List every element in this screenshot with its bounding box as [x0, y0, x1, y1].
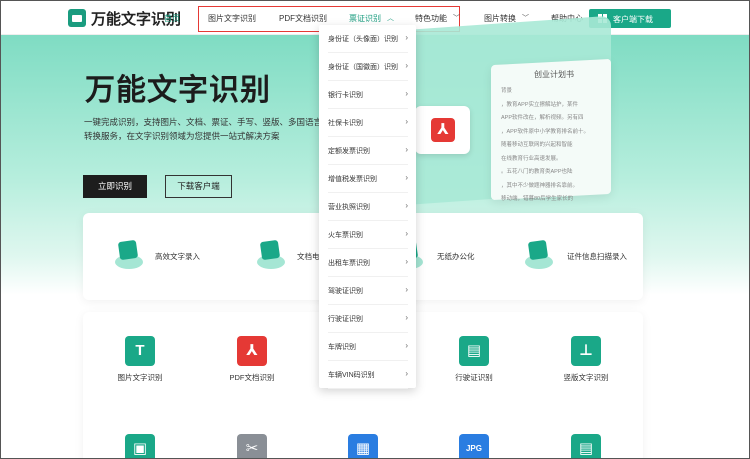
dropdown-item-label: 行驶证识别: [328, 316, 363, 323]
dropdown-item-label: 火车票识别: [328, 232, 363, 239]
chevron-up-icon: ︿: [387, 15, 394, 22]
chevron-right-icon: ›: [405, 341, 408, 350]
paper-text-line: 在线教育行业高速发展。: [501, 155, 562, 162]
scissors-icon: ✂: [237, 434, 267, 458]
dropdown-item-label: 定额发票识别: [328, 148, 370, 155]
hero-title: 万能文字识别: [85, 74, 271, 107]
paper-text-line: 背景: [501, 88, 513, 94]
dropdown-item[interactable]: 营业执照识别 ›: [328, 193, 408, 221]
chevron-right-icon: ›: [405, 33, 408, 42]
paper-text-line: ，APP软件原中小学教育排名前十。: [501, 128, 590, 135]
dropdown-item[interactable]: 银行卡识别 ›: [328, 81, 408, 109]
chevron-right-icon: ›: [405, 89, 408, 98]
dropdown-item[interactable]: 增值税发票识别 ›: [328, 165, 408, 193]
dropdown-item-label: 驾驶证识别: [328, 288, 363, 295]
document-icon: ▤: [571, 434, 601, 458]
chevron-down-icon: ﹀: [453, 15, 460, 22]
dropdown-item[interactable]: 出租车票识别 ›: [328, 249, 408, 277]
dropdown-item-label: 营业执照识别: [328, 204, 370, 211]
jpg-file-icon: JPG: [459, 434, 489, 458]
license-icon: ▤: [459, 336, 489, 366]
text-entry-icon: [113, 237, 143, 271]
paper-text-line: APP软件改在，解析视频。另有四: [501, 115, 584, 121]
dropdown-item[interactable]: 身份证（国徽面）识别 ›: [328, 53, 408, 81]
chevron-right-icon: ›: [405, 61, 408, 70]
nav-pdf-recognition[interactable]: PDF文档识别: [279, 13, 327, 24]
hero-description-text: 一键完成识别，支持图片、文档、票证、手写、竖版、多国语言识别， 转换服务，在文字识…: [84, 117, 348, 141]
dropdown-item[interactable]: 身份证（头像面）识别 ›: [328, 25, 408, 53]
image-icon: ▣: [125, 434, 155, 458]
chevron-right-icon: ›: [405, 313, 408, 322]
dropdown-item[interactable]: 社保卡识别 ›: [328, 109, 408, 137]
feature-id-scan-entry: 证件信息扫描录入: [523, 213, 643, 300]
dropdown-item[interactable]: 车牌识别 ›: [328, 333, 408, 361]
pdf-card-illustration: ⅄: [415, 106, 470, 154]
paper-text-line: 移动端，错暮80后学生家长的: [501, 196, 574, 202]
vertical-text-icon: ⊥: [571, 336, 601, 366]
dropdown-item-label: 身份证（头像面）识别: [328, 36, 398, 43]
dropdown-item-label: 车牌识别: [328, 344, 356, 351]
dropdown-item[interactable]: 车辆VIN码识别 ›: [328, 361, 408, 389]
pdf-icon: ⅄: [431, 118, 455, 142]
hero-description: 一键完成识别，支持图片、文档、票证、手写、竖版、多国语言识别， 转换服务，在文字识…: [84, 115, 349, 143]
recognize-now-button[interactable]: 立即识别: [83, 175, 147, 198]
nav-special-features[interactable]: 特色功能 ﹀: [415, 13, 460, 24]
chevron-right-icon: ›: [405, 369, 408, 378]
dropdown-item-label: 增值税发票识别: [328, 176, 377, 183]
nav-ticket-recognition[interactable]: 票证识别 ︿: [349, 13, 394, 24]
paper-text-line: 随着移动互联网的兴起和智能: [501, 142, 573, 148]
dropdown-item[interactable]: 行驶证识别 ›: [328, 305, 408, 333]
scanner-logo-icon[interactable]: [68, 9, 86, 27]
paper-text-line: ，教育APP实立擦解站护，某件: [501, 101, 579, 108]
dropdown-item-label: 出租车票识别: [328, 260, 370, 267]
dropdown-item-label: 身份证（国徽面）识别: [328, 64, 398, 71]
chevron-right-icon: ›: [405, 173, 408, 182]
nav-home[interactable]: 首页: [164, 13, 180, 24]
text-t-icon: T: [125, 336, 155, 366]
feature-efficient-text-entry: 高效文字录入: [113, 213, 243, 300]
chevron-right-icon: ›: [405, 117, 408, 126]
page-frame: 万能文字识别 首页 图片文字识别 PDF文档识别 票证识别 ︿ 特色功能 ﹀ 图片转…: [0, 0, 750, 459]
dropdown-item-label: 银行卡识别: [328, 92, 363, 99]
dropdown-item[interactable]: 火车票识别 ›: [328, 221, 408, 249]
nav-image-text-recognition[interactable]: 图片文字识别: [208, 13, 256, 24]
dropdown-item[interactable]: 驾驶证识别 ›: [328, 277, 408, 305]
dropdown-item-label: 社保卡识别: [328, 120, 363, 127]
chevron-right-icon: ›: [405, 257, 408, 266]
download-client-button[interactable]: 下载客户端: [165, 175, 232, 198]
dropdown-item-label: 车辆VIN码识别: [328, 372, 375, 379]
id-card-icon: [523, 237, 553, 271]
chevron-right-icon: ›: [405, 285, 408, 294]
paper-text-line: ，其中不少做题神器排名靠前。: [501, 182, 579, 189]
document-icon: [255, 237, 285, 271]
pdf-icon: ⅄: [237, 336, 267, 366]
paper-text-line: 。五花八门的教育类APP也陆: [501, 169, 573, 175]
file-icon: ▦: [348, 434, 378, 458]
chevron-right-icon: ›: [405, 201, 408, 210]
chevron-right-icon: ›: [405, 229, 408, 238]
ticket-recognition-dropdown: 身份证（头像面）识别 › 身份证（国徽面）识别 › 银行卡识别 › 社保卡识别 › 定额发票识别…: [319, 25, 416, 389]
chevron-right-icon: ›: [405, 145, 408, 154]
dropdown-item[interactable]: 定额发票识别 ›: [328, 137, 408, 165]
paper-title: 创业计划书: [534, 70, 574, 79]
